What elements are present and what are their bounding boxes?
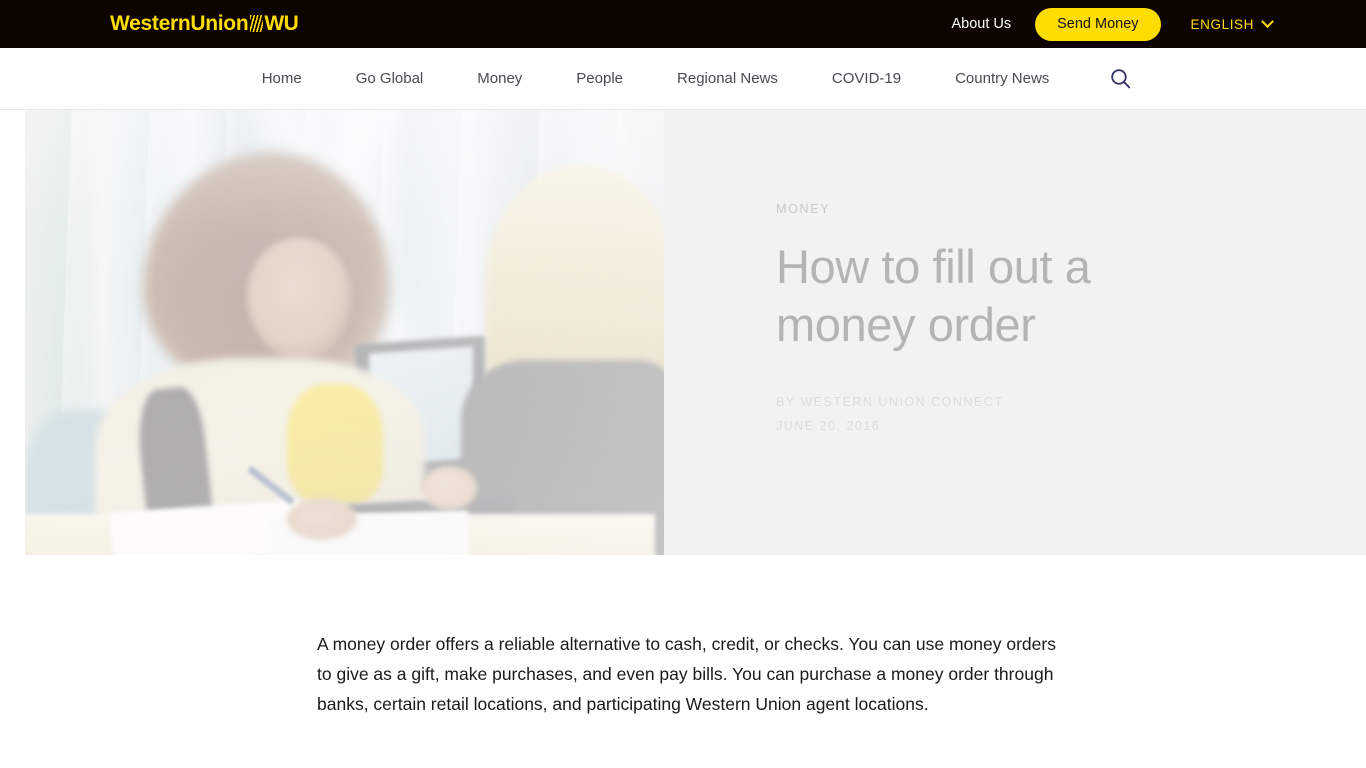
chevron-down-icon [1261, 14, 1274, 28]
logo-wordmark: WesternUnion [110, 12, 249, 35]
nav-item-covid-19[interactable]: COVID-19 [805, 70, 928, 87]
top-utility-bar: WesternUnion WU About Us Send Money ENGL… [0, 0, 1366, 48]
nav-item-country-news[interactable]: Country News [928, 70, 1076, 87]
nav-item-go-global[interactable]: Go Global [329, 70, 451, 87]
search-icon [1111, 69, 1131, 89]
article-body: A money order offers a reliable alternat… [0, 555, 1366, 719]
nav-item-money[interactable]: Money [450, 70, 549, 87]
nav-item-people[interactable]: People [549, 70, 650, 87]
language-label: ENGLISH [1190, 16, 1254, 32]
nav-item-home[interactable]: Home [235, 70, 329, 87]
about-us-link[interactable]: About Us [951, 16, 1011, 32]
logo-wu-mark: WU [264, 12, 299, 35]
nav-item-regional-news[interactable]: Regional News [650, 70, 805, 87]
send-money-button[interactable]: Send Money [1035, 7, 1161, 41]
main-navigation: Home Go Global Money People Regional New… [0, 48, 1366, 110]
byline-date: JUNE 20, 2016 [776, 419, 881, 433]
logo-stripes-icon [250, 15, 264, 32]
language-selector[interactable]: ENGLISH [1190, 14, 1274, 32]
western-union-logo[interactable]: WesternUnion WU [110, 12, 299, 36]
search-button[interactable] [1076, 68, 1131, 89]
page-title: How to fill out a money order [776, 240, 1091, 351]
article-byline: BY WESTERN UNION CONNECT JUNE 20, 2016 [776, 390, 1206, 438]
article-category-label[interactable]: MONEY [776, 202, 1206, 216]
hero-text-block: MONEY How to fill out a money order BY W… [776, 110, 1206, 438]
hero-image [25, 110, 664, 555]
top-utility-actions: About Us Send Money ENGLISH [951, 0, 1366, 48]
hero-photo-white-overlay [25, 110, 664, 555]
byline-author: BY WESTERN UNION CONNECT [776, 395, 1004, 409]
article-paragraph: A money order offers a reliable alternat… [317, 634, 1056, 714]
article-hero: MONEY How to fill out a money order BY W… [0, 110, 1366, 555]
